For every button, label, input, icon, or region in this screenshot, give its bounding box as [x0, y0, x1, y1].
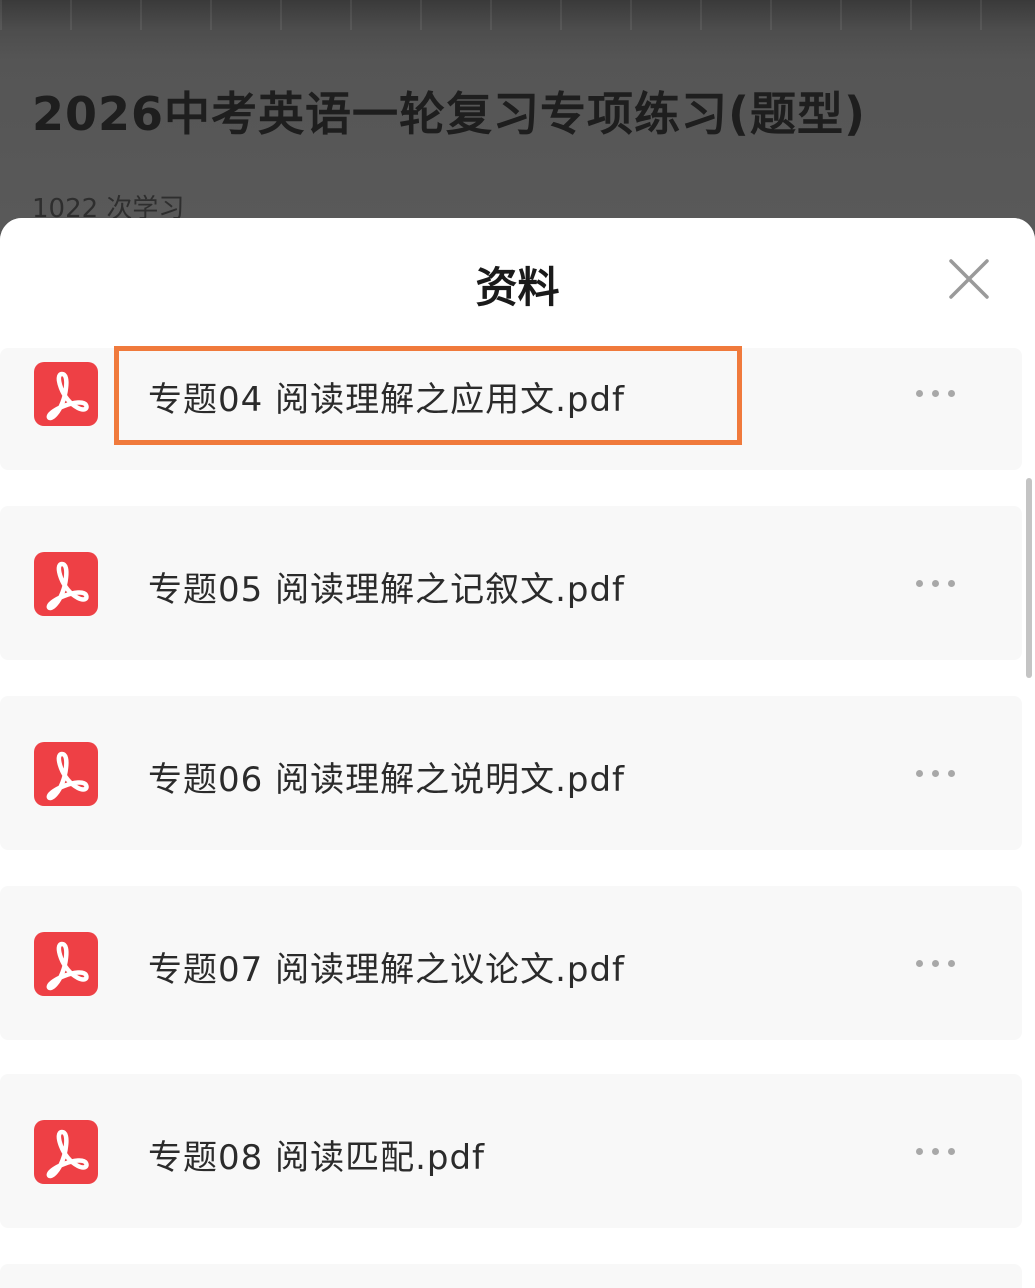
pdf-icon [34, 742, 98, 806]
file-name: 专题06 阅读理解之说明文.pdf [148, 760, 626, 800]
more-options-icon[interactable] [910, 948, 962, 978]
pdf-icon [34, 362, 98, 426]
file-item[interactable]: 专题05 阅读理解之记叙文.pdf [0, 506, 1022, 660]
background-banner [0, 0, 1035, 30]
more-options-icon[interactable] [910, 378, 962, 408]
more-options-icon[interactable] [910, 568, 962, 598]
file-name: 专题07 阅读理解之议论文.pdf [148, 950, 626, 990]
materials-sheet: 专题04 阅读理解之应用文.pdf 专题05 阅读理解之记叙文.pdf 专题06… [0, 218, 1035, 1288]
close-icon[interactable] [945, 255, 993, 303]
file-item[interactable]: 专题06 阅读理解之说明文.pdf [0, 696, 1022, 850]
file-name: 专题05 阅读理解之记叙文.pdf [148, 570, 626, 610]
pdf-icon [34, 932, 98, 996]
more-options-icon[interactable] [910, 1136, 962, 1166]
file-name: 专题08 阅读匹配.pdf [148, 1138, 486, 1178]
course-title: 2026中考英语一轮复习专项练习(题型) [32, 87, 867, 141]
pdf-icon [34, 552, 98, 616]
more-options-icon[interactable] [910, 758, 962, 788]
scrollbar[interactable] [1026, 478, 1032, 678]
file-item[interactable]: 专题07 阅读理解之议论文.pdf [0, 886, 1022, 1040]
file-item[interactable]: 专题08 阅读匹配.pdf [0, 1074, 1022, 1228]
highlight-annotation [114, 346, 742, 445]
file-list: 专题04 阅读理解之应用文.pdf 专题05 阅读理解之记叙文.pdf 专题06… [0, 218, 1035, 1288]
sheet-header: 资料 [0, 218, 1035, 346]
pdf-icon [34, 1120, 98, 1184]
sheet-title: 资料 [475, 263, 560, 312]
file-item-partial[interactable] [0, 1264, 1022, 1288]
